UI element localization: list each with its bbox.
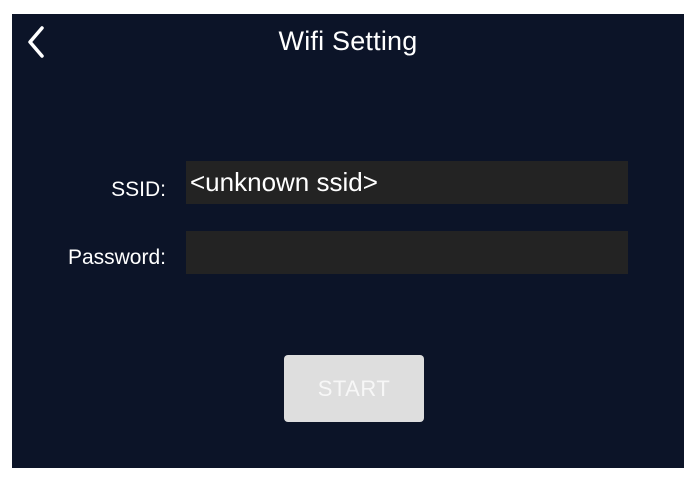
password-label: Password: (67, 246, 166, 269)
password-field[interactable] (186, 231, 628, 274)
ssid-field[interactable]: <unknown ssid> (186, 161, 628, 204)
start-button[interactable]: START (284, 355, 424, 422)
wifi-setting-screen: Wifi Setting SSID: <unknown ssid> Passwo… (12, 14, 684, 468)
page-title: Wifi Setting (278, 26, 418, 56)
ssid-label: SSID: (111, 178, 166, 201)
